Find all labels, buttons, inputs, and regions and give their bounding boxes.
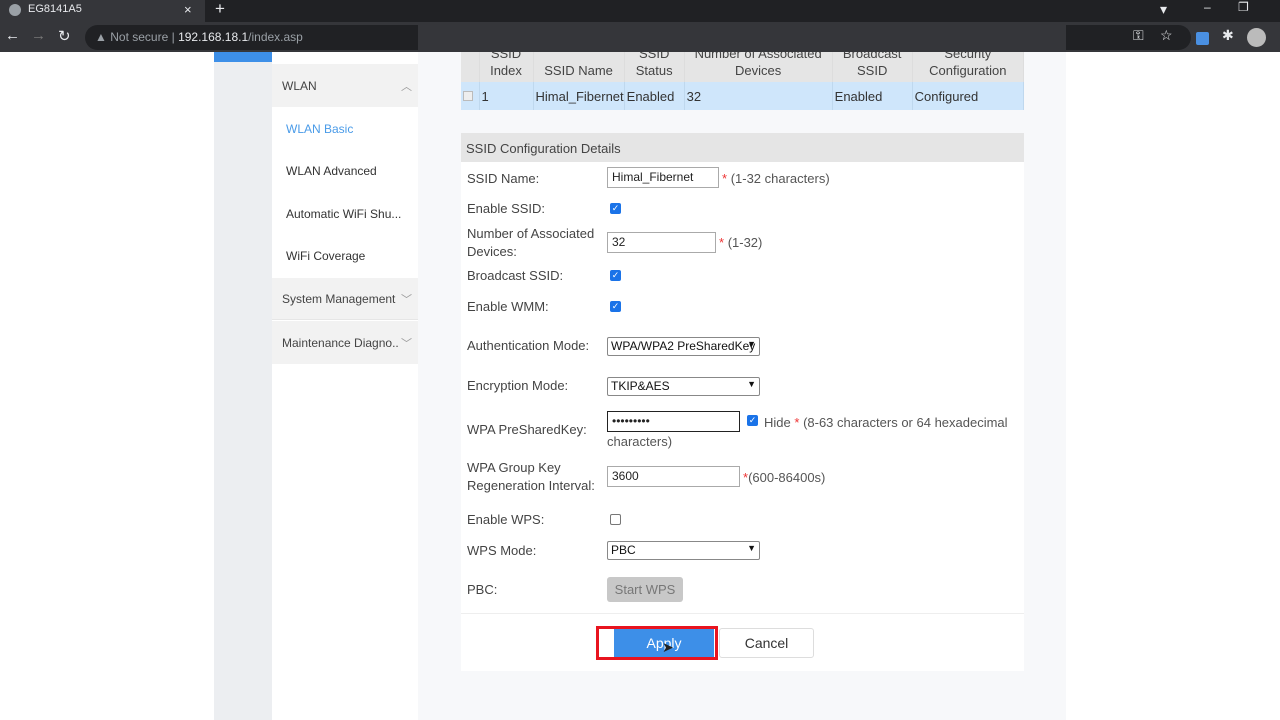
close-tab-icon[interactable]: × [184, 2, 192, 17]
pbc-label: PBC: [467, 582, 498, 597]
security-label: Not secure [110, 30, 169, 44]
toolbar-border [0, 51, 1280, 52]
auth-mode-label: Authentication Mode: [467, 338, 590, 353]
new-tab-button[interactable]: + [215, 0, 225, 19]
minimize-icon[interactable]: – [1204, 0, 1211, 14]
chevron-down-icon: ▼ [747, 379, 756, 389]
psk-hint: Hide * (8-63 characters or 64 hexadecima… [607, 415, 1008, 449]
reload-icon[interactable]: ↻ [58, 27, 71, 45]
restore-icon[interactable]: ❐ [1238, 0, 1249, 14]
sidebar-group-wlan[interactable]: WLAN ︿ [272, 64, 418, 107]
sidebar-item-wifi-shutdown[interactable]: Automatic WiFi Shu... [286, 207, 401, 221]
group-label: WLAN [282, 78, 317, 93]
cell-name: Himal_Fibernet [533, 82, 625, 110]
sidebar-item-wlan-basic[interactable]: WLAN Basic [286, 122, 353, 136]
assoc-devices-input[interactable]: 32 [607, 232, 716, 253]
key-icon[interactable]: ⚿ [1133, 27, 1144, 44]
browser-toolbar-overlap [418, 22, 1066, 52]
sidebar: WLAN ︿ WLAN Basic WLAN Advanced Automatic… [272, 52, 418, 720]
group-key-hint: *(600-86400s) [743, 470, 826, 485]
url-host: 192.168.18.1 [178, 30, 249, 44]
group-label: System Management [282, 291, 396, 306]
cell-broadcast: Enabled [832, 82, 913, 110]
wps-mode-label: WPS Mode: [467, 543, 537, 558]
sidebar-item-wifi-coverage[interactable]: WiFi Coverage [286, 249, 365, 263]
chevron-down-icon: ▼ [747, 339, 756, 349]
cell-status: Enabled [624, 82, 685, 110]
ssid-name-hint: * (1-32 characters) [722, 171, 830, 186]
group-label: Maintenance Diagno.. [282, 335, 399, 350]
enable-wps-checkbox[interactable] [610, 514, 621, 525]
enable-ssid-label: Enable SSID: [467, 201, 546, 216]
group-key-input[interactable]: 3600 [607, 466, 740, 487]
psk-label: WPA PreSharedKey: [467, 422, 587, 437]
table-row[interactable]: 1 Himal_Fibernet Enabled 32 Enabled Conf… [461, 82, 1025, 110]
back-icon[interactable]: ← [5, 27, 20, 44]
cell-security: Configured [912, 82, 1025, 110]
start-wps-button[interactable]: Start WPS [607, 577, 683, 602]
broadcast-ssid-checkbox[interactable]: ✓ [610, 270, 621, 281]
chevron-down-icon: ﹀ [401, 293, 412, 306]
assoc-devices-hint: * (1-32) [719, 235, 763, 250]
puzzle-icon[interactable]: ✱ [1222, 27, 1234, 44]
auth-mode-select[interactable]: WPA/WPA2 PreSharedKey ▼ [607, 337, 760, 356]
cancel-button[interactable]: Cancel [719, 628, 814, 658]
enable-ssid-checkbox[interactable]: ✓ [610, 203, 621, 214]
enable-wmm-label: Enable WMM: [467, 299, 549, 314]
cell-devices: 32 [684, 82, 833, 110]
chevron-down-icon: ﹀ [401, 337, 412, 350]
sidebar-group-maintenance[interactable]: Maintenance Diagno.. ﹀ [272, 321, 418, 364]
cell-index: 1 [479, 82, 534, 110]
ssid-config-panel [461, 133, 1024, 671]
sidebar-group-system-management[interactable]: System Management ﹀ [272, 278, 418, 320]
url-path: /index.asp [248, 30, 303, 44]
sidebar-item-wlan-advanced[interactable]: WLAN Advanced [286, 164, 377, 178]
chevron-down-icon: ▼ [747, 543, 756, 553]
ssid-name-input[interactable]: Himal_Fibernet [607, 167, 719, 188]
forward-icon[interactable]: → [31, 27, 46, 44]
chevron-up-icon: ︿ [401, 80, 412, 93]
profile-menu-icon[interactable]: ▾ [1160, 1, 1167, 18]
enable-wps-label: Enable WPS: [467, 512, 545, 527]
globe-icon [9, 4, 21, 16]
group-key-label: WPA Group Key Regeneration Interval: [467, 460, 595, 493]
browser-tab[interactable]: EG8141A5 × [0, 0, 205, 22]
star-icon[interactable]: ☆ [1160, 27, 1173, 44]
mouse-cursor-icon: ➤ [662, 639, 674, 655]
enable-wmm-checkbox[interactable]: ✓ [610, 301, 621, 312]
encryption-mode-select[interactable]: TKIP&AES ▼ [607, 377, 760, 396]
section-title: SSID Configuration Details [461, 133, 1024, 162]
active-nav-indicator [214, 52, 272, 62]
divider [461, 613, 1024, 614]
broadcast-ssid-label: Broadcast SSID: [467, 268, 564, 283]
assoc-devices-label: Number of Associated Devices: [467, 226, 595, 259]
extension-icon[interactable] [1196, 32, 1209, 45]
encryption-mode-label: Encryption Mode: [467, 378, 569, 393]
nav-strip [214, 52, 272, 720]
row-checkbox[interactable] [463, 90, 473, 101]
warning-icon: ▲ [95, 30, 107, 44]
avatar[interactable] [1247, 28, 1266, 47]
wps-mode-select[interactable]: PBC ▼ [607, 541, 760, 560]
ssid-name-label: SSID Name: [467, 171, 540, 186]
tab-title: EG8141A5 [28, 3, 82, 15]
